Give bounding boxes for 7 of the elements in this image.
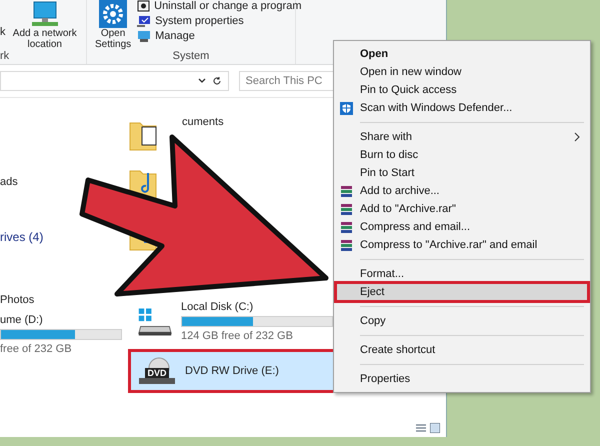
- drive-label: Local Disk (C:): [181, 301, 254, 313]
- drive-space-text: free of 232 GB: [0, 343, 73, 355]
- group-label: rk: [0, 50, 10, 64]
- ribbon-label: k: [0, 26, 6, 38]
- drive-label: DVD RW Drive (E:): [185, 365, 279, 377]
- group-label: System: [172, 50, 210, 64]
- drive-space-text: 124 GB free of 232 GB: [181, 330, 294, 342]
